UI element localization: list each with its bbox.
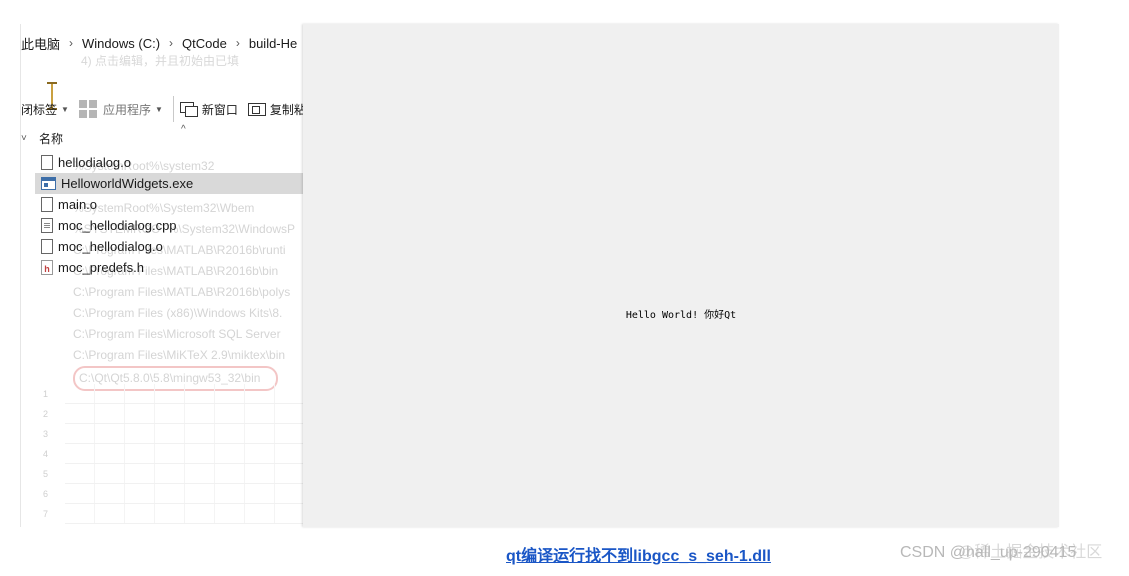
apps-label: 应用程序 [102, 102, 151, 117]
chevron-right-icon[interactable]: › [69, 36, 73, 50]
copy-icon [247, 102, 266, 116]
chevron-down-icon[interactable]: ˅ [21, 133, 39, 144]
file-name: hellodialog.o [58, 155, 132, 170]
ghost-path: C:\Program Files (x86)\Windows Kits\8. [73, 306, 283, 320]
dropdown-arrow-icon[interactable]: ▼ [155, 105, 163, 114]
ghost-path: C:\Program Files\MiKTeX 2.9\miktex\bin [73, 348, 286, 362]
ghost-path: C:\Program Files\MATLAB\R2016b\polys [73, 285, 291, 299]
file-name: moc_hellodialog.cpp [58, 218, 177, 233]
breadcrumb-build-folder[interactable]: build-He [249, 36, 297, 51]
ribbon-toolbar: 闭标签 ▼ 应用程序 ▼ 新窗口 复制粘 [21, 94, 304, 124]
qt-hello-dialog: Hello World! 你好Qt [303, 24, 1059, 527]
new-window-label: 新窗口 [201, 102, 238, 117]
windows-logo-icon [78, 100, 97, 118]
file-icon [41, 155, 53, 170]
hello-label: Hello World! 你好Qt [625, 310, 737, 321]
file-row-hellodialog-o[interactable]: hellodialog.o [35, 152, 304, 173]
ghost-number: 6 [43, 489, 49, 499]
file-row-main-o[interactable]: main.o [35, 194, 304, 215]
watermark-csdn: CSDN @hall_up-290415 [900, 544, 1077, 561]
breadcrumb-qtcode[interactable]: QtCode [182, 36, 227, 51]
article-link[interactable]: qt编译运行找不到libgcc_s_seh-1.dll [506, 542, 771, 566]
ghost-number: 2 [43, 409, 49, 419]
background-grid [65, 384, 304, 524]
chevron-right-icon[interactable]: › [169, 36, 173, 50]
background-ghost-numbers: 1 2 3 4 5 6 7 [43, 384, 48, 524]
breadcrumb-this-pc[interactable]: 此电脑 [21, 34, 60, 53]
ghost-number: 1 [43, 389, 49, 399]
background-ghost-text: 4) 点击编辑，并且初始由已填 [81, 54, 240, 68]
exe-icon [41, 177, 56, 190]
ghost-number: 3 [43, 429, 49, 439]
file-row-helloworldwidgets-exe[interactable]: HelloworldWidgets.exe [35, 173, 304, 194]
file-icon [41, 197, 53, 212]
new-window-icon [179, 102, 198, 117]
dropdown-arrow-icon[interactable]: ▼ [61, 105, 69, 114]
file-row-moc-hellodialog-cpp[interactable]: moc_hellodialog.cpp [35, 215, 304, 236]
header-file-icon: h [41, 260, 53, 275]
file-name: moc_hellodialog.o [58, 239, 163, 254]
new-window-button[interactable]: 新窗口 [179, 101, 238, 118]
file-row-moc-hellodialog-o[interactable]: moc_hellodialog.o [35, 236, 304, 257]
file-name: main.o [58, 197, 98, 212]
toolbar-divider [172, 96, 174, 122]
file-name: HelloworldWidgets.exe [61, 176, 194, 191]
close-tab-button[interactable]: 闭标签 ▼ [21, 101, 69, 118]
apps-button[interactable]: 应用程序 ▼ [78, 100, 163, 118]
copy-label: 复制粘 [269, 102, 304, 117]
ghost-path: C:\Program Files\Microsoft SQL Server [73, 327, 281, 341]
breadcrumb-windows-c[interactable]: Windows (C:) [82, 36, 160, 51]
chevron-right-icon[interactable]: › [236, 36, 240, 50]
file-icon [41, 239, 53, 254]
file-list: hellodialog.o HelloworldWidgets.exe main… [35, 152, 304, 278]
column-header-row: ˅ 名称 [21, 128, 304, 148]
ghost-number: 4 [43, 449, 49, 459]
file-row-moc-predefs-h[interactable]: h moc_predefs.h [35, 257, 304, 278]
ghost-number: 7 [43, 509, 49, 519]
file-name: moc_predefs.h [58, 260, 144, 275]
close-tab-label: 闭标签 [21, 102, 58, 117]
copy-button[interactable]: 复制粘 [247, 101, 304, 118]
breadcrumb: 此电脑 › Windows (C:) › QtCode › build-He [21, 32, 297, 54]
ghost-number: 5 [43, 469, 49, 479]
cpp-file-icon [41, 218, 53, 233]
file-explorer-window: 此电脑 › Windows (C:) › QtCode › build-He 4… [20, 24, 304, 527]
column-header-name[interactable]: 名称 [39, 130, 63, 147]
